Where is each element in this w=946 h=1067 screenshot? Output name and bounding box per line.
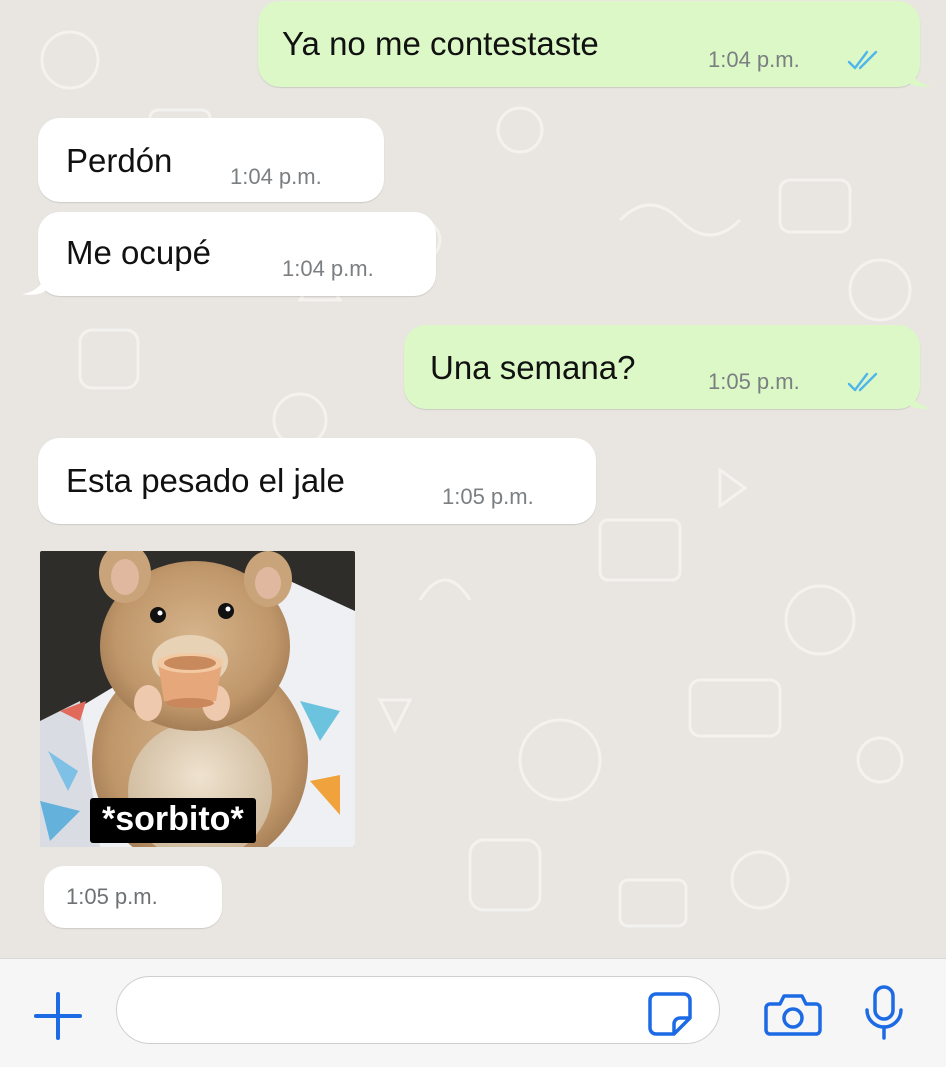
sticker-icon[interactable] xyxy=(646,990,694,1038)
microphone-icon[interactable] xyxy=(862,984,906,1042)
message-bubble-incoming[interactable]: Me ocupé 1:04 p.m. xyxy=(38,212,436,296)
message-time: 1:04 p.m. xyxy=(708,47,800,72)
message-bubble-outgoing[interactable]: Una semana? 1:05 p.m. xyxy=(404,325,920,409)
plus-icon[interactable] xyxy=(30,988,86,1044)
message-bubble-incoming[interactable]: Perdón 1:04 p.m. xyxy=(38,118,384,202)
bubble-tail xyxy=(906,62,932,87)
sticker-caption: *sorbito* xyxy=(90,798,256,843)
message-bubble-outgoing[interactable]: Ya no me contestaste 1:04 p.m. xyxy=(258,1,920,87)
message-time: 1:04 p.m. xyxy=(282,256,374,281)
message-bubble-incoming[interactable]: Esta pesado el jale 1:05 p.m. xyxy=(38,438,596,524)
chat-area[interactable]: Ya no me contestaste 1:04 p.m. Perdón 1:… xyxy=(0,0,946,958)
sticker-message[interactable]: *sorbito* xyxy=(40,551,355,847)
message-text: Ya no me contestaste xyxy=(282,25,599,62)
message-time: 1:05 p.m. xyxy=(708,369,800,394)
message-time: 1:05 p.m. xyxy=(442,484,534,509)
message-text: Perdón xyxy=(66,142,173,179)
message-time: 1:04 p.m. xyxy=(230,164,322,189)
message-time: 1:05 p.m. xyxy=(66,884,158,909)
sticker-time-badge: 1:05 p.m. xyxy=(44,866,222,928)
message-text: Me ocupé xyxy=(66,234,211,271)
message-text: Esta pesado el jale xyxy=(66,462,345,499)
message-input[interactable] xyxy=(116,976,720,1044)
bubble-tail xyxy=(22,270,48,295)
message-text: Una semana? xyxy=(430,349,636,386)
double-check-read-icon xyxy=(847,372,878,392)
bubble-tail xyxy=(906,384,932,409)
double-check-read-icon xyxy=(847,50,878,70)
camera-icon[interactable] xyxy=(764,990,822,1038)
